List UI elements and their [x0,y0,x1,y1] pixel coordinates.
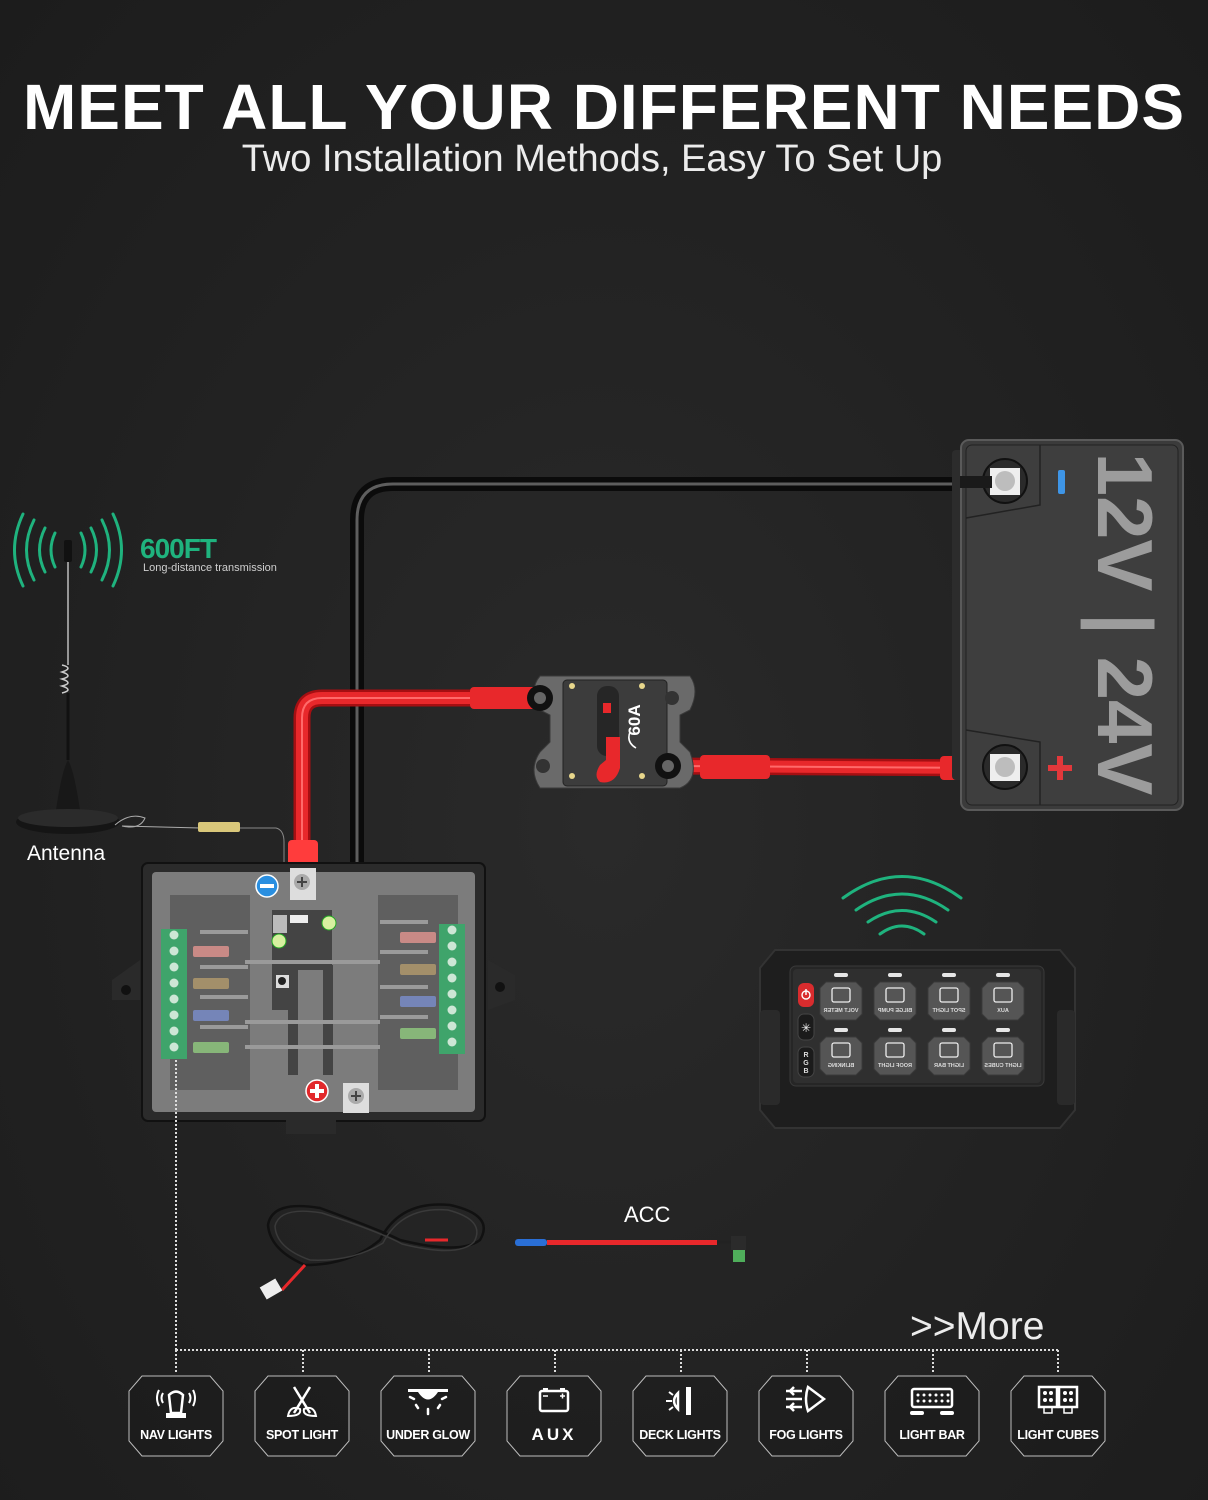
battery-voltage-label: 12V | 24V [1081,453,1169,796]
terminal-screw [447,1005,457,1015]
terminal-screw [447,989,457,999]
indicator-led [888,1028,902,1032]
fuse [400,1028,436,1039]
fuse [193,1010,229,1021]
power-harness [266,1203,485,1292]
category-nav-lights: NAV LIGHTS [128,1375,224,1457]
category-label: SPOT LIGHT [265,1428,338,1442]
terminal-screw [447,941,457,951]
indicator-led [942,973,956,977]
terminal-screw [447,957,457,967]
category-aux: AUX [506,1375,602,1457]
terminal-screw [447,1021,457,1031]
terminal-screw [447,925,457,935]
terminal-screw [169,930,179,940]
category-deck-lights: DECK LIGHTS [632,1375,728,1457]
light-bar-icon [910,1387,954,1415]
fuse [193,946,229,957]
indicator-led [996,973,1010,977]
panel-button-label: BLINKING [828,1063,855,1069]
svg-text:G: G [803,1060,809,1067]
breaker-rating-label: 60A [625,704,644,735]
panel-button-label: BILGE PUMP [878,1008,913,1014]
category-under-glow: UNDER GLOW [380,1375,476,1457]
indicator-led [888,973,902,977]
circuit-breaker [527,675,696,789]
terminal-screw [169,994,179,1004]
antenna [16,540,285,868]
category-label: NAV LIGHTS [140,1428,212,1442]
fuse-box-negative-icon [255,874,279,898]
terminal-screw [169,1042,179,1052]
indicator-led [834,973,848,977]
panel-button-label: SPOT LIGHT [932,1008,966,1014]
fuse [193,978,229,989]
category-label: DECK LIGHTS [639,1428,721,1442]
category-spot-light: SPOT LIGHT [254,1375,350,1457]
acc-label: ACC [624,1202,671,1227]
harness-connector [259,1278,283,1300]
panel-brightness-button: ✳ [797,1013,815,1041]
light-cubes-icon [1037,1385,1079,1414]
terminal-screw [169,962,179,972]
svg-text:B: B [803,1068,808,1075]
more-link[interactable]: >>More [910,1305,1044,1349]
terminal-screw [169,978,179,988]
battery: 12V | 24V [952,439,1184,811]
panel-rgb-button: R G B [797,1046,815,1078]
category-light-bar: LIGHT BAR [884,1375,980,1457]
indicator-led [834,1028,848,1032]
fuse [193,1042,229,1053]
svg-text:R: R [803,1052,808,1059]
terminal-screw [169,1026,179,1036]
negative-marker-icon [1058,470,1065,494]
terminal-screw [169,946,179,956]
panel-button-label: LIGHT CUBES [984,1063,1022,1069]
spot-light-icon [286,1386,318,1418]
wiring-diagram: 12V | 24V 60A ✳ R G B VOLT METER BILGE P… [13,439,1184,1372]
category-fog-lights: FOG LIGHTS [758,1375,854,1457]
deck-light-icon [666,1387,691,1415]
terminal-screw [447,973,457,983]
range-caption: Long-distance transmission [143,562,277,574]
panel-button-label: AUX [997,1008,1009,1014]
range-value: 600FT [140,533,217,564]
category-label: FOG LIGHTS [769,1428,843,1442]
panel-button-label: LIGHT BAR [934,1063,964,1069]
category-light-cubes: LIGHT CUBES [1010,1375,1106,1457]
category-label: LIGHT CUBES [1017,1428,1099,1442]
svg-text:✳: ✳ [801,1021,811,1035]
battery-icon [538,1388,570,1413]
indicator-led [996,1028,1010,1032]
panel-wifi-icon [841,875,963,936]
lighthouse-icon [156,1389,196,1418]
antenna-label: Antenna [27,842,106,865]
panel-power-button [798,983,814,1007]
category-label: UNDER GLOW [386,1428,470,1442]
fuse [400,932,436,943]
category-label: AUX [531,1425,577,1444]
acc-wire [515,1236,746,1262]
terminal-screw [447,1037,457,1047]
terminal-screw [169,1010,179,1020]
panel-button-label: VOLT METER [823,1008,858,1014]
under-glow-icon [408,1389,448,1416]
panel-button-label: ROOF LIGHT [877,1063,912,1069]
battery-positive-terminal [982,744,1028,790]
fog-light-icon [786,1384,827,1414]
fuse [400,964,436,975]
fuse [400,996,436,1007]
category-label: LIGHT BAR [899,1428,965,1442]
indicator-led [942,1028,956,1032]
fuse-box-positive-icon [305,1079,329,1103]
